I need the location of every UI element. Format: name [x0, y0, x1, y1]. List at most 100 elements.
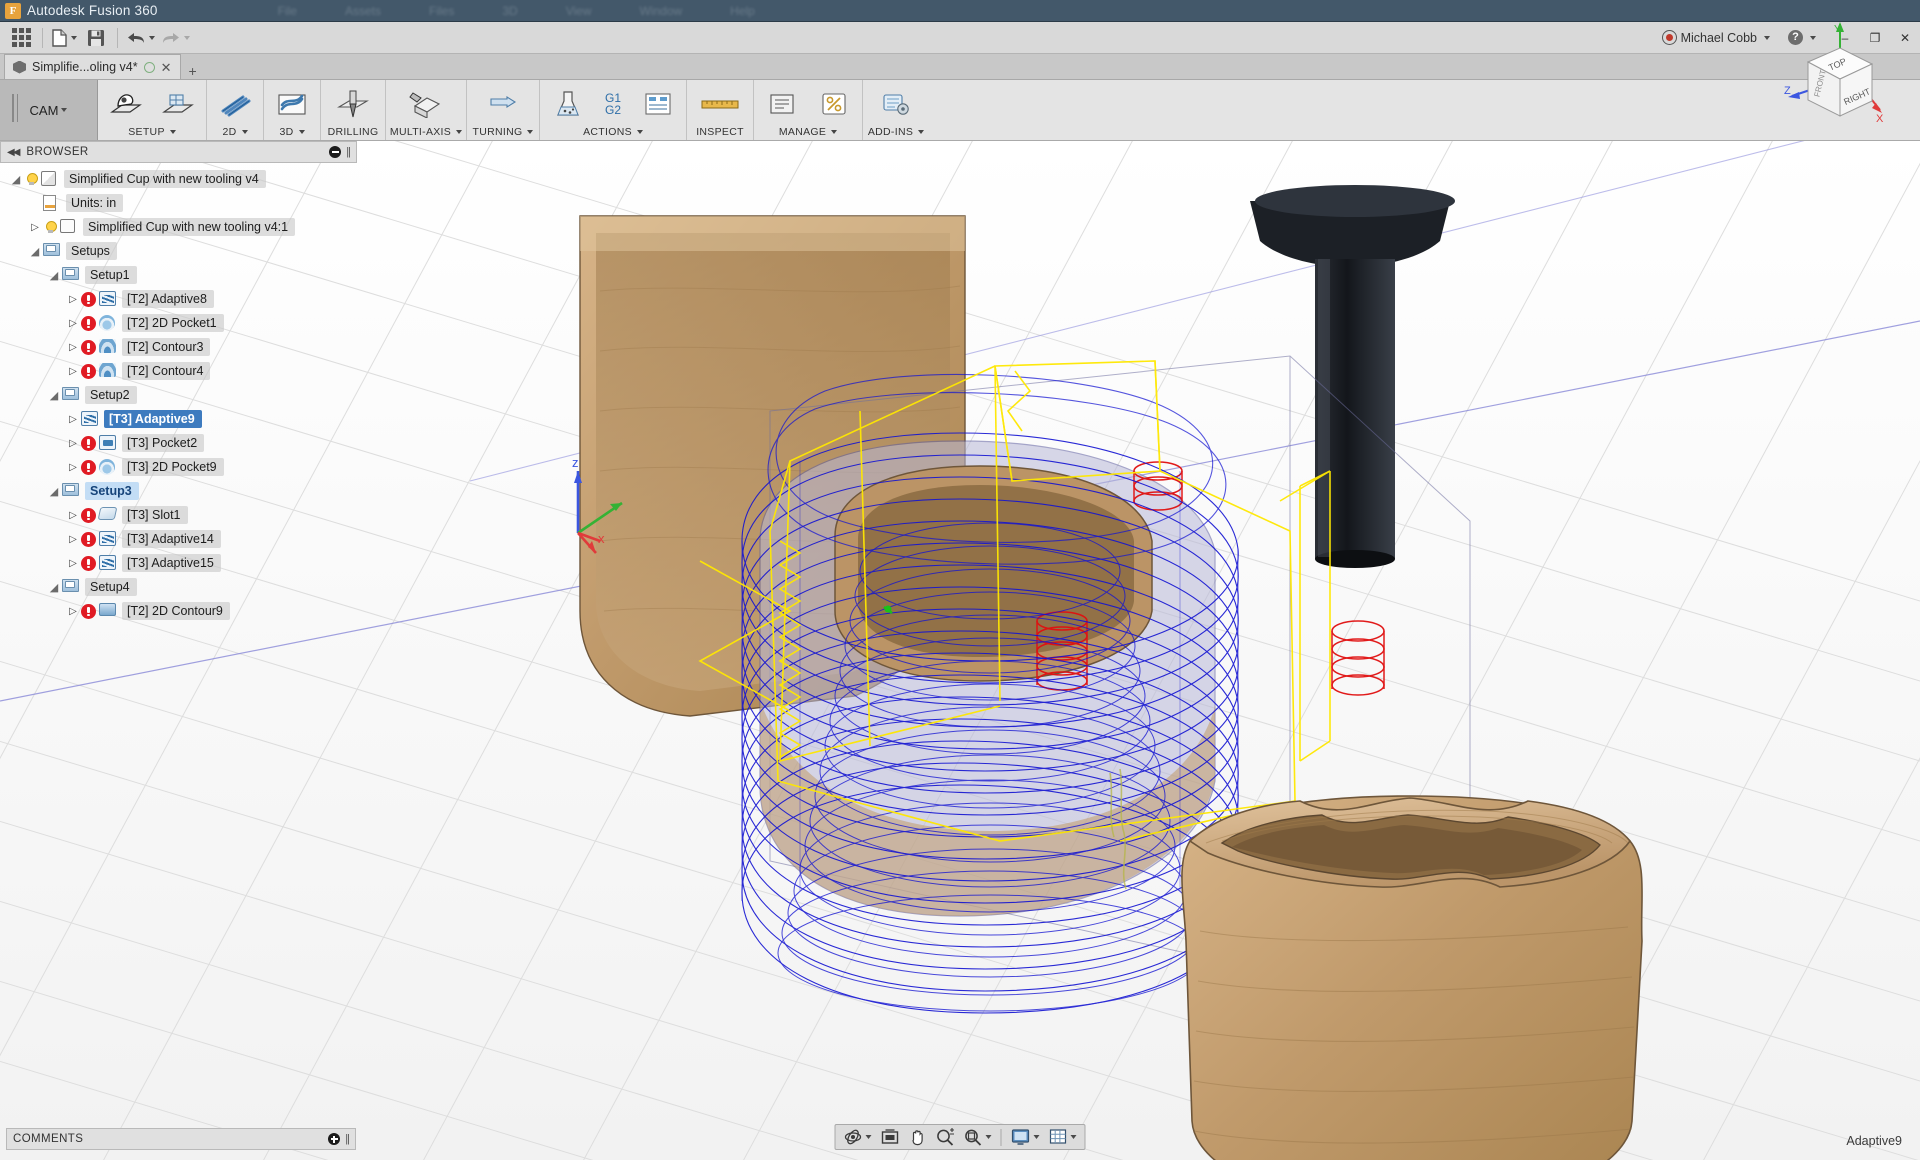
add-tab-button[interactable]: +: [181, 63, 205, 79]
user-name-label[interactable]: Michael Cobb: [1681, 31, 1757, 45]
browser-tree-row[interactable]: ▷ [T3] Pocket2: [0, 431, 357, 455]
error-warning-icon[interactable]: [81, 507, 96, 523]
browser-tree-label[interactable]: [T3] 2D Pocket9: [122, 458, 224, 476]
browser-tree-label[interactable]: [T3] Adaptive9: [104, 410, 202, 428]
browser-tree-row[interactable]: ▷ [T2] 2D Pocket1: [0, 311, 357, 335]
undo-button[interactable]: [126, 25, 155, 51]
view-cube[interactable]: Y X Z TOP RIGHT FRONT: [1772, 18, 1894, 130]
ribbon-group-label-manage[interactable]: MANAGE: [754, 124, 862, 140]
simulate-button[interactable]: [542, 84, 594, 124]
error-warning-icon[interactable]: [81, 363, 96, 379]
multiaxis-button[interactable]: [388, 84, 464, 124]
grid-settings-button[interactable]: [1045, 1126, 1081, 1148]
browser-tree-row[interactable]: ◢ Setup2: [0, 383, 357, 407]
ribbon-group-label-2d[interactable]: 2D: [207, 124, 263, 140]
tree-twisty-collapsed-icon[interactable]: ▷: [65, 294, 81, 305]
window-close-button[interactable]: ✕: [1892, 23, 1918, 53]
tree-twisty-expanded-icon[interactable]: ◢: [46, 389, 62, 402]
pan-button[interactable]: [905, 1126, 931, 1148]
menu-item-files[interactable]: Files: [429, 4, 454, 18]
browser-tree-label[interactable]: Simplified Cup with new tooling v4: [64, 170, 266, 188]
error-warning-icon[interactable]: [81, 291, 96, 307]
browser-tree-label[interactable]: [T3] Slot1: [122, 506, 188, 524]
ribbon-group-label-inspect[interactable]: INSPECT: [687, 124, 753, 140]
browser-tree-label[interactable]: Simplified Cup with new tooling v4:1: [83, 218, 296, 236]
error-warning-icon[interactable]: [81, 315, 96, 331]
save-button[interactable]: [83, 25, 109, 51]
browser-tree-label[interactable]: [T2] Contour4: [122, 362, 211, 380]
tree-twisty-expanded-icon[interactable]: ◢: [27, 245, 43, 258]
error-warning-icon[interactable]: [81, 555, 96, 571]
machine-library-button[interactable]: [808, 84, 860, 124]
addins-button[interactable]: [865, 84, 927, 124]
turning-button[interactable]: [469, 84, 537, 124]
orbit-button[interactable]: [840, 1126, 876, 1148]
tree-twisty-collapsed-icon[interactable]: ▷: [65, 414, 81, 425]
menu-item-3d[interactable]: 3D: [502, 4, 517, 18]
browser-tree-row[interactable]: ▷ [T3] Adaptive9: [0, 407, 357, 431]
setup-icon-button[interactable]: [100, 84, 152, 124]
browser-tree-label[interactable]: [T2] Adaptive8: [122, 290, 214, 308]
browser-tree-label[interactable]: Setups: [66, 242, 117, 260]
ribbon-group-label-3d[interactable]: 3D: [264, 124, 320, 140]
setup-sheet-button[interactable]: [632, 84, 684, 124]
add-comment-icon[interactable]: [328, 1133, 341, 1145]
menu-item-view[interactable]: View: [566, 4, 592, 18]
browser-tree-row[interactable]: ▷ [T2] 2D Contour9: [0, 599, 357, 623]
tree-twisty-collapsed-icon[interactable]: ▷: [65, 366, 81, 377]
browser-tree-row[interactable]: ▷ [T2] Contour3: [0, 335, 357, 359]
tree-twisty-collapsed-icon[interactable]: ▷: [65, 558, 81, 569]
error-warning-icon[interactable]: [81, 603, 96, 619]
tree-twisty-expanded-icon[interactable]: ◢: [46, 269, 62, 282]
error-warning-icon[interactable]: [81, 531, 96, 547]
view-cube-graphic[interactable]: Y X Z TOP RIGHT FRONT: [1772, 18, 1894, 130]
drill-button[interactable]: [323, 84, 383, 124]
menu-item-window[interactable]: Window: [639, 4, 682, 18]
browser-tree-row[interactable]: ▷ [T2] Adaptive8: [0, 287, 357, 311]
browser-tree-row[interactable]: ▷ [T3] Adaptive15: [0, 551, 357, 575]
ribbon-group-label-drilling[interactable]: DRILLING: [321, 124, 385, 140]
browser-tree-label[interactable]: [T2] 2D Pocket1: [122, 314, 224, 332]
ribbon-group-label-setup[interactable]: SETUP: [98, 124, 206, 140]
tool-library-button[interactable]: [756, 84, 808, 124]
tree-twisty-expanded-icon[interactable]: ◢: [46, 485, 62, 498]
sync-circle-icon[interactable]: [143, 61, 155, 73]
tree-twisty-expanded-icon[interactable]: ◢: [46, 581, 62, 594]
new-file-button[interactable]: [51, 25, 77, 51]
toolpath-2d-button[interactable]: [209, 84, 261, 124]
comments-panel[interactable]: COMMENTS ||: [6, 1128, 356, 1150]
browser-tree-row[interactable]: ◢ Setup1: [0, 263, 357, 287]
tree-twisty-collapsed-icon[interactable]: ▷: [65, 342, 81, 353]
zoom-button[interactable]: [932, 1126, 959, 1148]
grip-icon[interactable]: ||: [346, 146, 351, 158]
minimize-dot-icon[interactable]: [329, 146, 342, 158]
tree-twisty-collapsed-icon[interactable]: ▷: [65, 462, 81, 473]
browser-tree-label[interactable]: Setup3: [85, 482, 139, 500]
error-warning-icon[interactable]: [81, 459, 96, 475]
browser-tree-row[interactable]: ▷ Simplified Cup with new tooling v4:1: [0, 215, 357, 239]
browser-tree-row[interactable]: ▷ [T3] 2D Pocket9: [0, 455, 357, 479]
browser-tree-row[interactable]: ▷ [T2] Contour4: [0, 359, 357, 383]
tree-twisty-collapsed-icon[interactable]: ▷: [65, 438, 81, 449]
browser-tree-label[interactable]: Units: in: [66, 194, 124, 212]
tree-twisty-expanded-icon[interactable]: ◢: [8, 173, 24, 186]
folder-new-button[interactable]: [152, 84, 204, 124]
post-process-button[interactable]: G1 G2: [594, 84, 632, 124]
look-at-button[interactable]: [877, 1126, 904, 1148]
browser-tree-row[interactable]: ▷ [T3] Adaptive14: [0, 527, 357, 551]
collapse-left-icon[interactable]: ◀◀: [7, 147, 20, 158]
measure-button[interactable]: [689, 84, 751, 124]
browser-tree-label[interactable]: [T3] Pocket2: [122, 434, 205, 452]
browser-tree-row[interactable]: ◢ Simplified Cup with new tooling v4: [0, 167, 357, 191]
browser-tree-label[interactable]: Setup1: [85, 266, 137, 284]
menu-item-file[interactable]: File: [278, 4, 297, 18]
tree-twisty-collapsed-icon[interactable]: ▷: [27, 222, 43, 233]
close-icon[interactable]: ✕: [161, 61, 172, 74]
visibility-bulb-icon[interactable]: [24, 172, 39, 187]
error-warning-icon[interactable]: [81, 435, 96, 451]
tree-twisty-collapsed-icon[interactable]: ▷: [65, 606, 81, 617]
browser-tree-label[interactable]: Setup2: [85, 386, 137, 404]
browser-tree-row[interactable]: ◢ Setup3: [0, 479, 357, 503]
app-grid-button[interactable]: [8, 25, 34, 51]
redo-button[interactable]: [161, 25, 190, 51]
